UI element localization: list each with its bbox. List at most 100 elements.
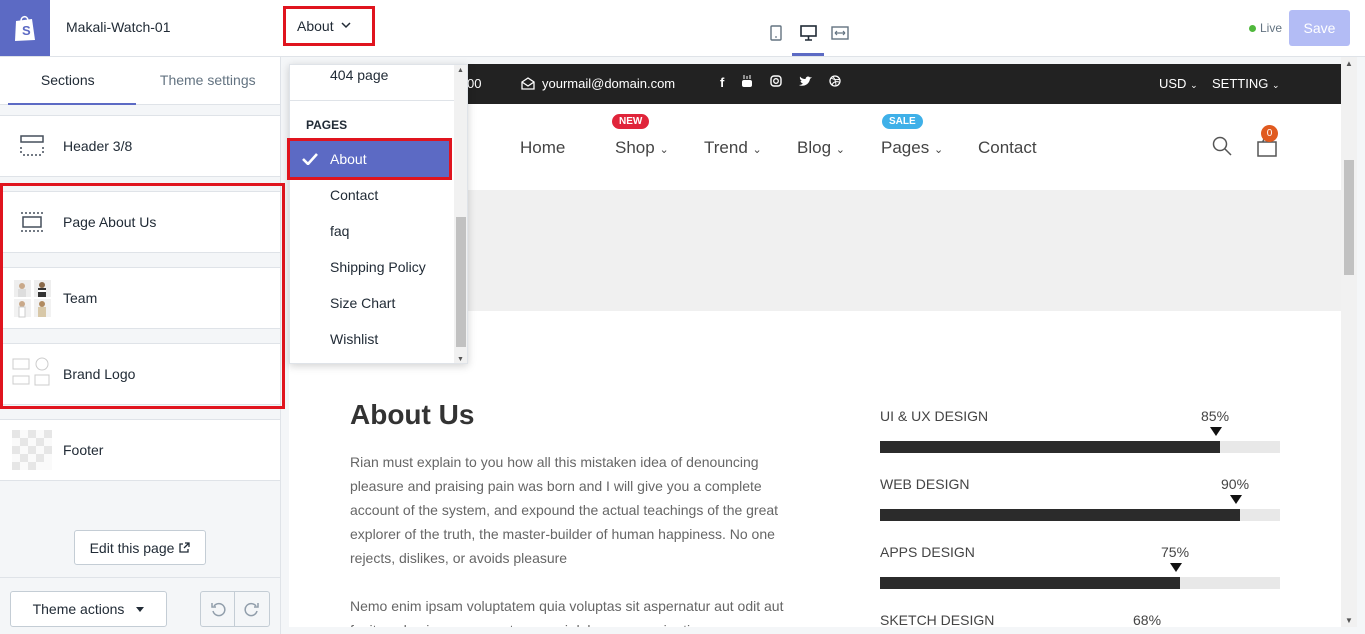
cart-count-badge: 0	[1261, 125, 1278, 142]
skill-bar-fill	[880, 577, 1180, 589]
setting-selector[interactable]: SETTING ⌄	[1212, 76, 1280, 91]
sale-badge: SALE	[882, 114, 923, 129]
theme-actions-label: Theme actions	[32, 601, 125, 617]
email-text: yourmail@domain.com	[542, 76, 676, 91]
dropdown-item-faq[interactable]: faq	[330, 223, 349, 239]
page-selector-label: About	[297, 18, 334, 34]
shopify-bag-icon: S	[15, 15, 35, 41]
skill-percent: 90%	[1221, 476, 1250, 492]
live-label: Live	[1260, 21, 1283, 35]
email-link[interactable]: yourmail@domain.com	[521, 76, 675, 91]
instagram-icon[interactable]	[770, 75, 783, 91]
dropdown-item-404[interactable]: 404 page	[330, 67, 388, 83]
chevron-down-icon: ⌄	[1271, 80, 1280, 90]
section-brand-logo[interactable]: Brand Logo	[0, 343, 280, 405]
editor-sidebar: Sections Theme settings Header 3/8 Page …	[0, 57, 285, 634]
section-page-about-us[interactable]: Page About Us	[0, 191, 280, 253]
mobile-view-button[interactable]	[760, 10, 792, 56]
twitter-icon[interactable]	[799, 75, 813, 91]
dropdown-item-size-chart[interactable]: Size Chart	[330, 295, 395, 311]
dribbble-icon[interactable]	[829, 75, 841, 91]
chevron-down-icon: ⌄	[752, 144, 762, 156]
dropdown-scroll-thumb[interactable]	[456, 217, 466, 347]
sidebar-footer: Theme actions	[0, 577, 281, 634]
skill-bar-fill	[880, 441, 1220, 453]
dropdown-item-contact[interactable]: Contact	[330, 187, 378, 203]
page-selector[interactable]: About	[283, 6, 375, 46]
redo-icon[interactable]	[235, 592, 269, 626]
tab-sections[interactable]: Sections	[0, 57, 136, 105]
scroll-up-icon[interactable]: ▲	[1345, 59, 1353, 68]
skill-name: UI & UX DESIGN	[880, 408, 989, 424]
section-team[interactable]: Team	[0, 267, 280, 329]
dropdown-divider	[290, 100, 455, 101]
nav-label: Shop	[615, 138, 655, 157]
about-paragraph: Rian must explain to you how all this mi…	[350, 454, 779, 566]
live-status: Live	[1249, 21, 1282, 35]
edit-page-label: Edit this page	[89, 539, 175, 556]
section-label: Footer	[63, 442, 104, 458]
currency-label: USD	[1159, 76, 1187, 91]
skill-marker-icon	[1170, 563, 1182, 572]
nav-contact[interactable]: Contact	[978, 138, 1037, 158]
edit-page-button[interactable]: Edit this page	[74, 530, 206, 565]
section-header[interactable]: Header 3/8	[0, 115, 280, 177]
scroll-down-icon[interactable]: ▼	[1345, 616, 1353, 625]
about-paragraph-2: Nemo enim ipsam voluptatem quia voluptas…	[350, 598, 784, 627]
skill-bar-fill	[880, 509, 1240, 521]
skill-name: APPS DESIGN	[880, 544, 975, 560]
social-links: f	[720, 75, 841, 91]
dropdown-item-wishlist[interactable]: Wishlist	[330, 331, 378, 347]
skill-marker-icon	[1210, 427, 1222, 436]
nav-shop[interactable]: Shop ⌄	[615, 138, 669, 158]
skill-marker-icon	[1230, 495, 1242, 504]
save-button[interactable]: Save	[1289, 10, 1350, 46]
external-link-icon	[179, 542, 191, 553]
about-title: About Us	[350, 399, 475, 430]
preview-scrollbar[interactable]: ▲ ▼	[1341, 57, 1357, 627]
nav-label: Trend	[704, 138, 748, 157]
nav-label: Blog	[797, 138, 832, 157]
expand-icon	[831, 26, 849, 40]
dropdown-item-shipping-policy[interactable]: Shipping Policy	[330, 259, 426, 275]
skill-name: WEB DESIGN	[880, 476, 970, 492]
nav-pages[interactable]: Pages ⌄	[881, 138, 943, 158]
youtube-icon[interactable]	[741, 75, 753, 91]
nav-blog[interactable]: Blog ⌄	[797, 138, 845, 158]
dropdown-item-about[interactable]: About	[287, 138, 452, 180]
desktop-view-button[interactable]	[792, 10, 824, 56]
nav-label: Pages	[881, 138, 930, 157]
skill-name: SKETCH DESIGN	[880, 612, 995, 627]
page-section-icon	[0, 191, 63, 253]
scroll-down-icon[interactable]: ▼	[457, 356, 464, 363]
scroll-up-icon[interactable]: ▲	[457, 67, 464, 74]
fullscreen-view-button[interactable]	[824, 10, 856, 56]
caret-down-icon	[136, 606, 145, 612]
brand-logo-thumbnail	[0, 343, 63, 405]
undo-redo-group	[200, 591, 270, 627]
nav-trend[interactable]: Trend ⌄	[704, 138, 762, 158]
chevron-down-icon: ⌄	[1190, 80, 1198, 90]
undo-icon[interactable]	[201, 592, 236, 626]
setting-label: SETTING	[1212, 76, 1269, 91]
section-label: Page About Us	[63, 214, 157, 230]
dropdown-scrollbar[interactable]: ▲ ▼	[454, 65, 467, 363]
search-icon[interactable]	[1212, 136, 1232, 161]
skill-percent: 68%	[1133, 612, 1162, 627]
section-footer[interactable]: Footer	[0, 419, 280, 481]
store-name: Makali-Watch-01	[66, 19, 171, 35]
shopify-logo[interactable]: S	[0, 0, 50, 56]
tab-theme-settings[interactable]: Theme settings	[136, 57, 280, 104]
currency-selector[interactable]: USD ⌄	[1159, 76, 1198, 91]
editor-topbar: S Makali-Watch-01 About Live Save	[0, 0, 1365, 57]
svg-text:S: S	[22, 23, 31, 38]
scroll-thumb[interactable]	[1344, 160, 1354, 275]
facebook-icon[interactable]: f	[720, 75, 724, 91]
theme-actions-button[interactable]: Theme actions	[10, 591, 167, 627]
section-label: Header 3/8	[63, 138, 133, 154]
page-dropdown: 404 page PAGES Contact faq Shipping Poli…	[289, 64, 468, 364]
chevron-down-icon	[341, 21, 351, 32]
new-badge: NEW	[612, 114, 650, 129]
chevron-down-icon: ⌄	[835, 144, 845, 156]
nav-home[interactable]: Home	[520, 138, 565, 158]
